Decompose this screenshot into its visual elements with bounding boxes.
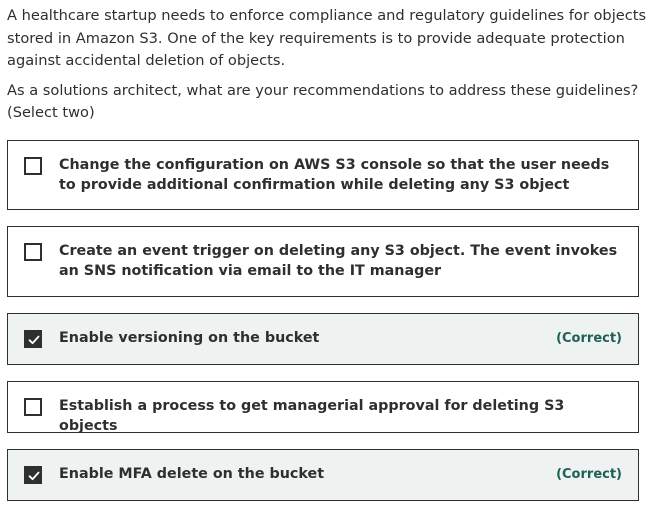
answer-option-5[interactable]: Enable MFA delete on the bucket (Correct… [7, 449, 639, 501]
question-paragraph-2: As a solutions architect, what are your … [7, 81, 639, 122]
answer-option-label: Establish a process to get managerial ap… [59, 398, 565, 434]
answer-option-label: Enable versioning on the bucket [59, 330, 320, 346]
answer-option-label: Change the configuration on AWS S3 conso… [59, 157, 610, 193]
answer-option-1[interactable]: Change the configuration on AWS S3 conso… [7, 140, 639, 210]
checkbox-checked-icon[interactable] [24, 330, 42, 348]
correct-badge: (Correct) [556, 467, 622, 482]
answer-option-label: Create an event trigger on deleting any … [59, 243, 618, 279]
question-paragraph-1: A healthcare startup needs to enforce co… [7, 7, 647, 69]
checkbox-unchecked-icon[interactable] [24, 243, 42, 261]
checkbox-unchecked-icon[interactable] [24, 398, 42, 416]
answer-option-3[interactable]: Enable versioning on the bucket (Correct… [7, 313, 639, 365]
checkbox-unchecked-icon[interactable] [24, 157, 42, 175]
check-icon [28, 471, 40, 481]
answer-option-label: Enable MFA delete on the bucket [59, 466, 325, 482]
correct-badge: (Correct) [556, 331, 622, 346]
question-text: A healthcare startup needs to enforce co… [7, 5, 647, 125]
checkbox-checked-icon[interactable] [24, 466, 42, 484]
answer-option-4[interactable]: Establish a process to get managerial ap… [7, 381, 639, 434]
check-icon [28, 335, 40, 345]
answer-option-2[interactable]: Create an event trigger on deleting any … [7, 226, 639, 297]
